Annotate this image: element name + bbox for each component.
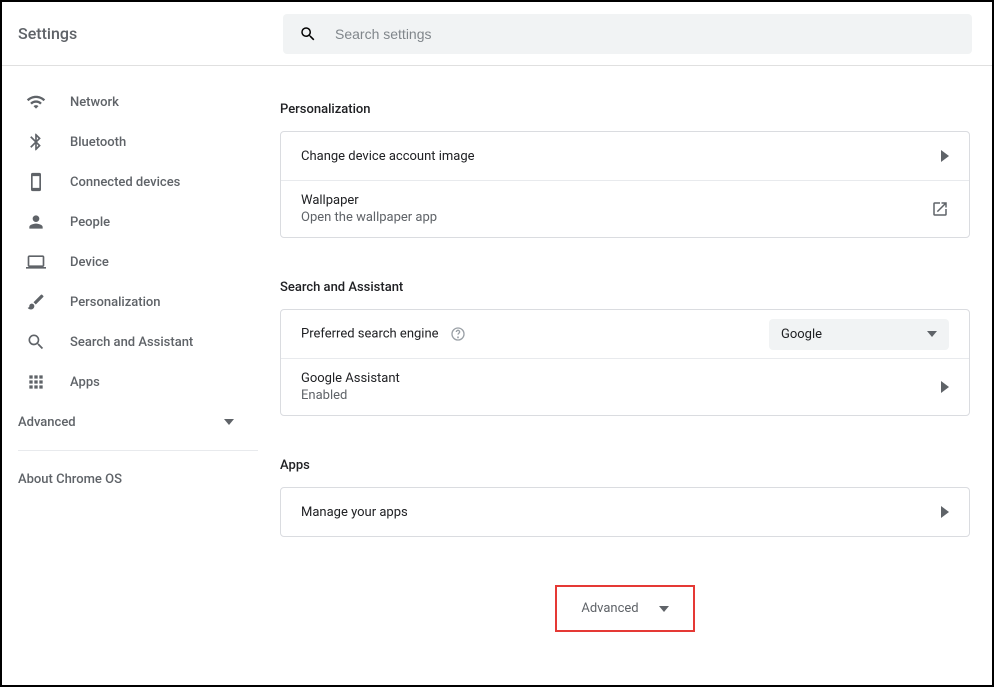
sidebar-item-search[interactable]: Search and Assistant (2, 322, 258, 362)
search-card: Preferred search engine Google Google As… (280, 309, 970, 416)
row-label: Wallpaper (301, 193, 931, 208)
sidebar: Network Bluetooth Connected devices Peop… (2, 66, 258, 685)
sidebar-item-label: Apps (70, 375, 100, 390)
row-label: Manage your apps (301, 505, 941, 520)
chevron-right-icon (941, 381, 949, 393)
chevron-down-icon (224, 419, 234, 425)
sidebar-item-label: Device (70, 255, 109, 270)
sidebar-item-network[interactable]: Network (2, 82, 258, 122)
phone-icon (26, 172, 46, 192)
advanced-toggle-label: Advanced (581, 601, 638, 616)
section-title-apps: Apps (280, 442, 970, 487)
sidebar-item-connected[interactable]: Connected devices (2, 162, 258, 202)
sidebar-item-label: People (70, 215, 110, 230)
row-label: Preferred search engine (301, 326, 439, 341)
personalization-card: Change device account image Wallpaper Op… (280, 131, 970, 238)
row-sublabel: Enabled (301, 388, 941, 403)
app-title: Settings (18, 24, 283, 43)
person-icon (26, 212, 46, 232)
row-manage-apps[interactable]: Manage your apps (281, 488, 969, 536)
content: Personalization Change device account im… (258, 66, 992, 685)
search-engine-select[interactable]: Google (769, 319, 949, 350)
sidebar-item-label: Bluetooth (70, 135, 126, 150)
sidebar-item-label: Connected devices (70, 175, 180, 190)
search-input[interactable] (335, 26, 956, 42)
brush-icon (26, 292, 46, 312)
section-title-search: Search and Assistant (280, 264, 970, 309)
search-container[interactable] (283, 14, 972, 54)
search-icon (26, 332, 46, 352)
sidebar-advanced-label: Advanced (18, 415, 76, 430)
apps-card: Manage your apps (280, 487, 970, 537)
row-label: Change device account image (301, 149, 941, 164)
row-sublabel: Open the wallpaper app (301, 210, 931, 225)
chevron-right-icon (941, 506, 949, 518)
sidebar-item-bluetooth[interactable]: Bluetooth (2, 122, 258, 162)
launch-icon (931, 200, 949, 218)
row-wallpaper[interactable]: Wallpaper Open the wallpaper app (281, 180, 969, 237)
row-change-image[interactable]: Change device account image (281, 132, 969, 180)
divider (18, 450, 258, 451)
sidebar-item-label: Search and Assistant (70, 335, 193, 350)
laptop-icon (26, 252, 46, 272)
chevron-down-icon (927, 331, 937, 337)
sidebar-item-label: Network (70, 95, 119, 110)
row-assistant[interactable]: Google Assistant Enabled (281, 358, 969, 415)
advanced-toggle[interactable]: Advanced (555, 585, 694, 632)
sidebar-about[interactable]: About Chrome OS (2, 459, 258, 499)
section-title-personalization: Personalization (280, 86, 970, 131)
sidebar-item-device[interactable]: Device (2, 242, 258, 282)
chevron-right-icon (941, 150, 949, 162)
sidebar-item-people[interactable]: People (2, 202, 258, 242)
sidebar-about-label: About Chrome OS (18, 472, 122, 487)
row-search-engine: Preferred search engine Google (281, 310, 969, 358)
chevron-down-icon (659, 606, 669, 612)
header: Settings (2, 2, 992, 66)
sidebar-advanced[interactable]: Advanced (2, 402, 258, 442)
select-value: Google (781, 327, 822, 342)
apps-icon (26, 372, 46, 392)
help-icon[interactable] (450, 326, 466, 342)
row-label: Google Assistant (301, 371, 941, 386)
sidebar-item-label: Personalization (70, 295, 161, 310)
search-icon (299, 25, 317, 43)
sidebar-item-personalization[interactable]: Personalization (2, 282, 258, 322)
sidebar-item-apps[interactable]: Apps (2, 362, 258, 402)
wifi-icon (26, 92, 46, 112)
bluetooth-icon (26, 132, 46, 152)
